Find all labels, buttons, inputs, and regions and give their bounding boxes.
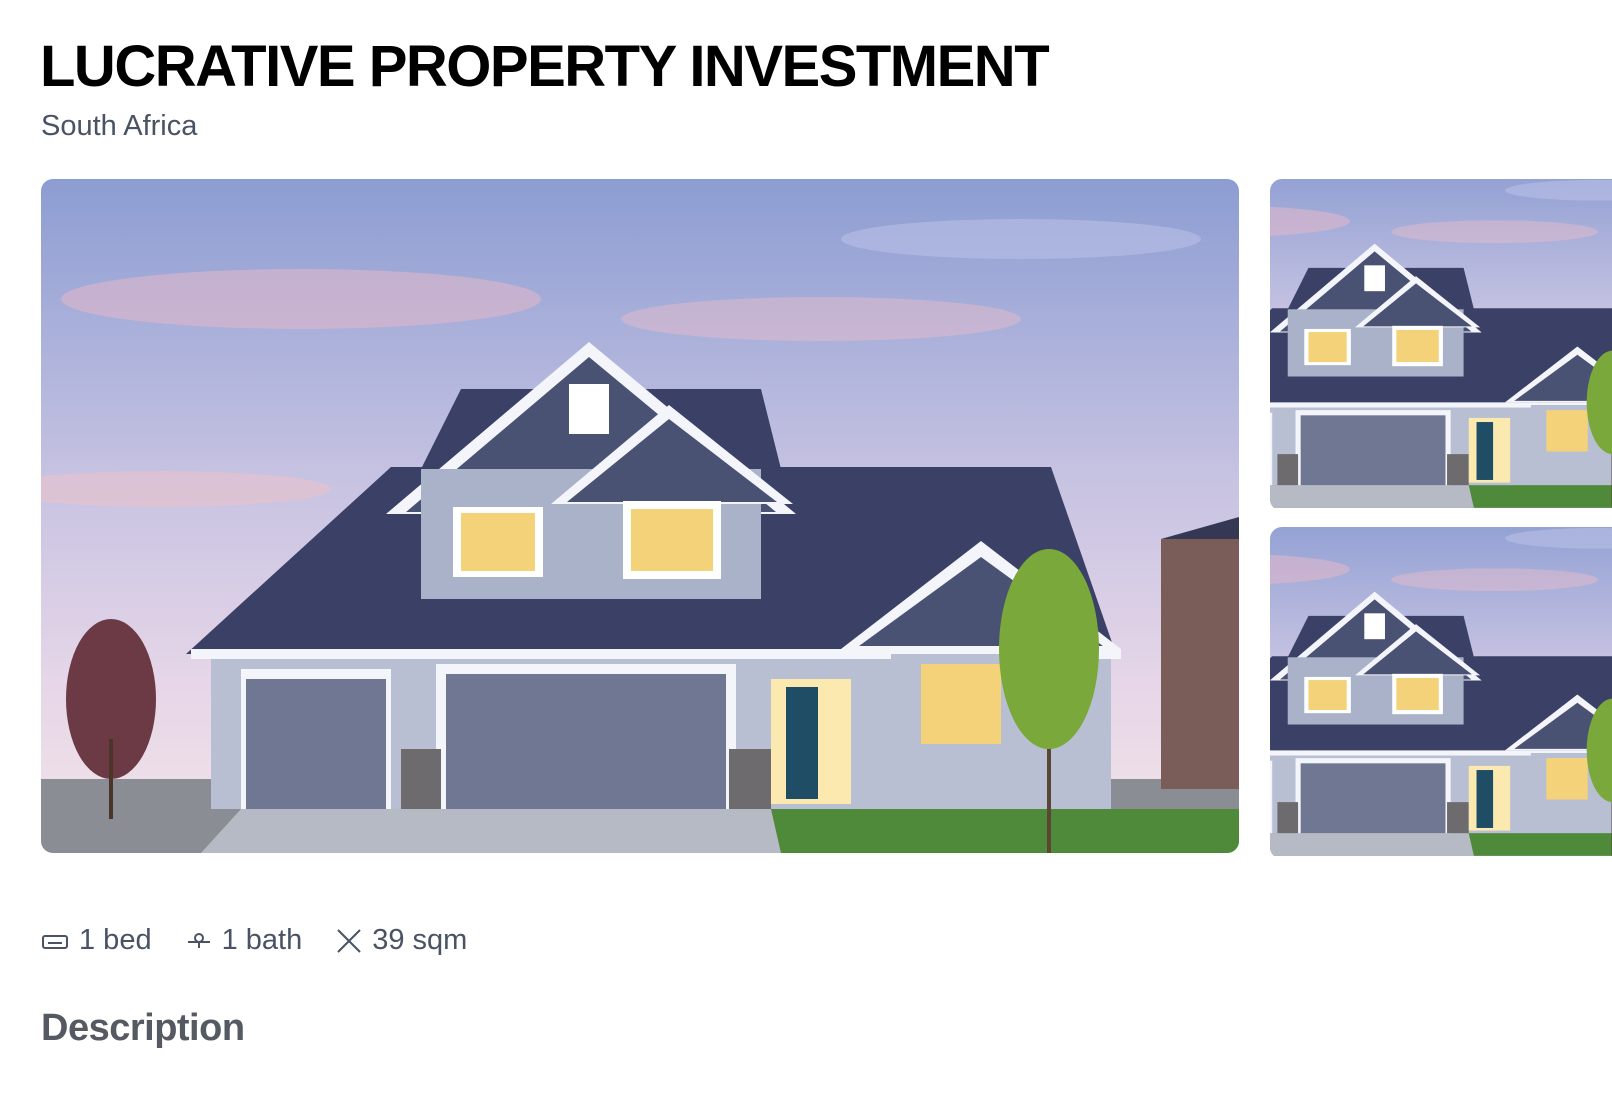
house-photo-image [1270, 527, 1612, 859]
thumbnail-photo-1[interactable] [1270, 179, 1612, 511]
area-icon [336, 928, 362, 954]
house-photo-image [41, 179, 1239, 853]
thumbnail-photo-2[interactable] [1270, 527, 1612, 859]
description-heading: Description [41, 1007, 245, 1049]
beds-label: 1 bed [79, 924, 152, 956]
listing-title: LUCRATIVE PROPERTY INVESTMENT [40, 34, 1050, 99]
listing-location: South Africa [41, 110, 198, 142]
bed-icon [41, 931, 69, 951]
baths-label: 1 bath [221, 924, 303, 956]
house-photo-image [1270, 179, 1612, 511]
shower-icon [186, 930, 212, 952]
feature-area: 39 sqm [336, 924, 467, 957]
area-label: 39 sqm [372, 924, 468, 956]
feature-beds: 1 bed [41, 924, 152, 957]
feature-baths: 1 bath [186, 924, 303, 957]
main-property-photo[interactable] [41, 179, 1239, 853]
property-features: 1 bed 1 bath 39 sqm [41, 924, 501, 957]
